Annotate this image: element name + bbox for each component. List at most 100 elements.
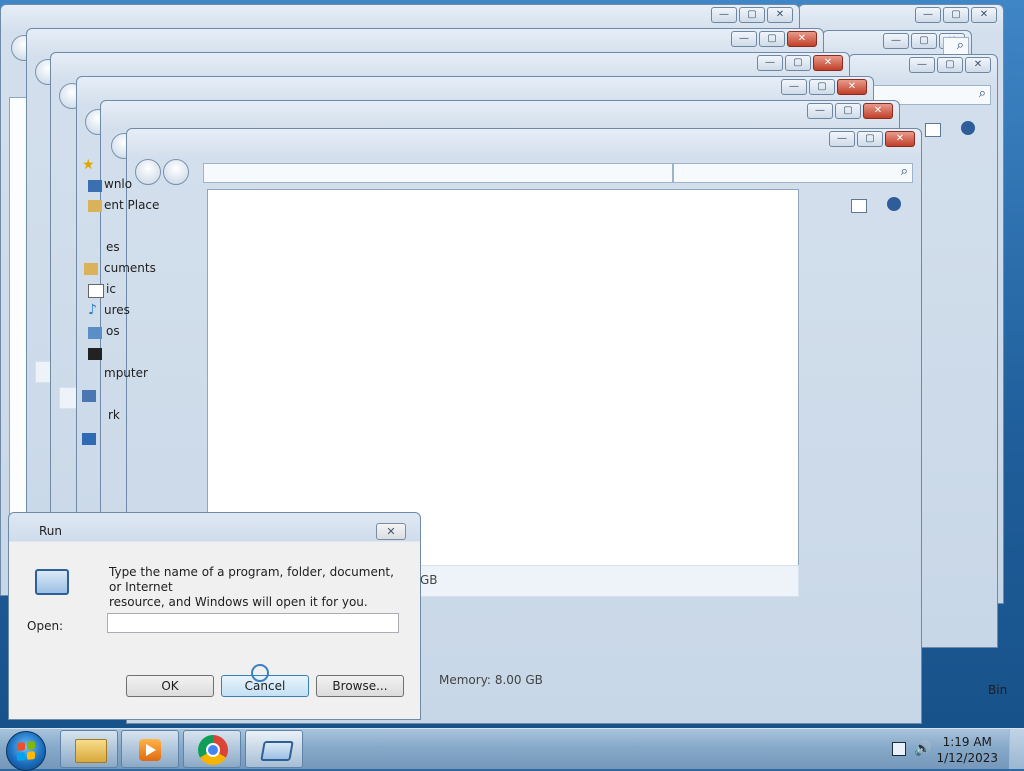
documents-folder-icon — [84, 263, 98, 275]
desktop-folder-icon — [88, 180, 102, 192]
nav-item-recent-places[interactable]: ent Place — [104, 198, 159, 212]
maximize-button[interactable]: ▢ — [739, 7, 765, 23]
file-list[interactable] — [207, 189, 799, 567]
minimize-button[interactable]: — — [781, 79, 807, 95]
taskbar-run-button[interactable] — [245, 730, 303, 768]
music-icon — [88, 284, 104, 298]
recent-places-icon — [88, 200, 102, 212]
nav-item-computer[interactable]: mputer — [104, 366, 148, 380]
taskbar-chrome-button[interactable] — [183, 730, 241, 768]
film-icon — [88, 348, 102, 360]
search-box[interactable]: ⌕ — [673, 163, 913, 183]
minimize-icon: — — [837, 133, 847, 144]
minimize-icon: — — [917, 59, 927, 70]
close-icon: ✕ — [797, 33, 807, 44]
close-icon: ✕ — [973, 59, 983, 70]
run-close-button[interactable]: ✕ — [376, 523, 406, 540]
network-tray-icon[interactable] — [892, 742, 906, 756]
nav-item-network[interactable]: rk — [108, 408, 120, 422]
browse-button[interactable]: Browse... — [316, 675, 404, 697]
close-icon: ✕ — [775, 9, 785, 20]
view-options-icon[interactable] — [851, 199, 867, 213]
help-icon[interactable] — [887, 197, 901, 211]
show-desktop-button[interactable] — [1009, 729, 1024, 769]
view-toggle-icon[interactable] — [925, 123, 941, 137]
volume-icon[interactable]: 🔊 — [914, 741, 931, 757]
forward-button[interactable] — [163, 159, 189, 185]
taskbar: 🔊 1:19 AM 1/12/2023 — [0, 728, 1024, 771]
minimize-icon: — — [891, 35, 901, 46]
minimize-icon: — — [719, 9, 729, 20]
caption-buttons: — ▢ ✕ — [909, 57, 991, 73]
maximize-button[interactable]: ▢ — [911, 33, 937, 49]
start-button[interactable] — [6, 731, 46, 771]
minimize-button[interactable]: — — [807, 103, 833, 119]
minimize-icon: — — [815, 105, 825, 116]
open-label: Open: — [27, 619, 64, 633]
close-button[interactable]: ✕ — [971, 7, 997, 23]
caption-buttons: — ▢ ✕ — [829, 131, 915, 147]
taskbar-explorer-button[interactable] — [60, 730, 118, 768]
maximize-button[interactable]: ▢ — [809, 79, 835, 95]
minimize-icon: — — [765, 57, 775, 68]
clock-time: 1:19 AM — [942, 735, 992, 749]
run-dialog[interactable]: Run ✕ Type the name of a program, folder… — [8, 512, 421, 720]
nav-item-documents[interactable]: cuments — [104, 261, 156, 275]
close-icon: ✕ — [386, 525, 396, 538]
maximize-button[interactable]: ▢ — [857, 131, 883, 147]
maximize-icon: ▢ — [919, 35, 929, 46]
nav-item-libraries[interactable]: es — [106, 240, 120, 254]
minimize-button[interactable]: — — [883, 33, 909, 49]
minimize-button[interactable]: — — [909, 57, 935, 73]
search-icon: ⌕ — [956, 38, 964, 53]
memory-info: Memory: 8.00 GB — [439, 673, 543, 687]
caption-buttons: — ▢ ✕ — [757, 55, 843, 71]
minimize-button[interactable]: — — [731, 31, 757, 47]
minimize-button[interactable]: — — [757, 55, 783, 71]
minimize-button[interactable]: — — [711, 7, 737, 23]
run-description-line-1: Type the name of a program, folder, docu… — [109, 565, 394, 594]
maximize-button[interactable]: ▢ — [759, 31, 785, 47]
close-button[interactable]: ✕ — [837, 79, 867, 95]
caption-buttons: — ▢ ✕ — [711, 7, 793, 23]
memory-label: Memory: — [439, 673, 491, 687]
maximize-icon: ▢ — [817, 81, 827, 92]
close-button[interactable]: ✕ — [863, 103, 893, 119]
caption-buttons: — ▢ ✕ — [915, 7, 997, 23]
busy-cursor-icon — [251, 664, 269, 682]
minimize-button[interactable]: — — [829, 131, 855, 147]
close-button[interactable]: ✕ — [787, 31, 817, 47]
maximize-icon: ▢ — [951, 9, 961, 20]
maximize-button[interactable]: ▢ — [937, 57, 963, 73]
nav-item-videos[interactable]: os — [106, 324, 120, 338]
minimize-button[interactable]: — — [915, 7, 941, 23]
close-button[interactable]: ✕ — [965, 57, 991, 73]
favorites-star-icon: ★ — [82, 157, 95, 173]
nav-item-downloads[interactable]: wnlo — [104, 177, 132, 191]
maximize-button[interactable]: ▢ — [785, 55, 811, 71]
nav-item-music[interactable]: ic — [106, 282, 116, 296]
close-icon: ✕ — [873, 105, 883, 116]
maximize-button[interactable]: ▢ — [835, 103, 861, 119]
clock[interactable]: 1:19 AM 1/12/2023 — [936, 734, 998, 766]
maximize-icon: ▢ — [865, 133, 875, 144]
nav-item-pictures[interactable]: ures — [104, 303, 130, 317]
recycle-bin-label[interactable]: Bin — [988, 683, 1007, 697]
taskbar-media-player-button[interactable] — [121, 730, 179, 768]
help-icon[interactable] — [961, 121, 975, 135]
maximize-button[interactable]: ▢ — [943, 7, 969, 23]
search-icon: ⌕ — [900, 164, 908, 179]
open-input[interactable] — [107, 613, 399, 633]
close-button[interactable]: ✕ — [813, 55, 843, 71]
close-icon: ✕ — [847, 81, 857, 92]
chrome-center-icon — [206, 743, 220, 757]
address-bar[interactable] — [203, 163, 673, 183]
close-button[interactable]: ✕ — [885, 131, 915, 147]
close-button[interactable]: ✕ — [767, 7, 793, 23]
minimize-icon: — — [739, 33, 749, 44]
memory-value: 8.00 GB — [494, 673, 543, 687]
ok-button[interactable]: OK — [126, 675, 214, 697]
run-description: Type the name of a program, folder, docu… — [109, 565, 409, 610]
back-button[interactable] — [135, 159, 161, 185]
windows-logo-icon — [17, 741, 35, 761]
